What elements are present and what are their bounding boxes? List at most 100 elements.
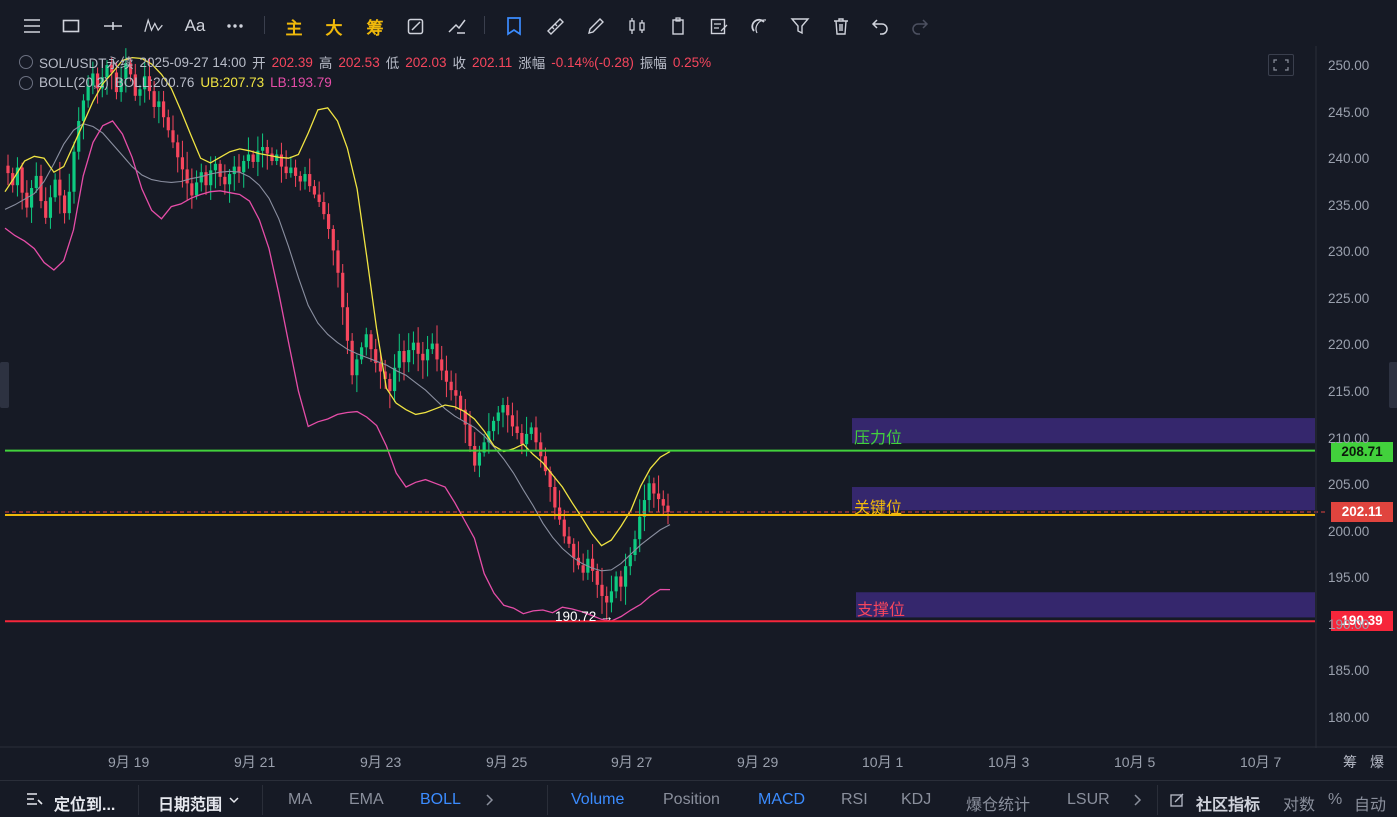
chevron-right-icon[interactable] bbox=[484, 793, 496, 807]
open-value: 202.39 bbox=[271, 54, 313, 70]
candle-body bbox=[359, 347, 364, 360]
visibility-toggle-icon[interactable] bbox=[19, 55, 33, 69]
main-chart-button[interactable]: 主 bbox=[281, 13, 307, 39]
indicator-bar: 定位到... 日期范围 MA EMA BOLL Volume Position … bbox=[0, 780, 1397, 817]
magnet-icon[interactable] bbox=[746, 13, 772, 39]
candle-body bbox=[515, 426, 519, 433]
menu-icon[interactable] bbox=[19, 13, 45, 39]
candle-body bbox=[496, 412, 500, 421]
percent-scale-toggle[interactable]: % bbox=[1328, 791, 1342, 809]
left-panel-toggle[interactable] bbox=[0, 362, 9, 408]
candlestick-chart[interactable] bbox=[0, 46, 1397, 748]
bookmark-icon[interactable] bbox=[501, 13, 527, 39]
visibility-toggle-icon[interactable] bbox=[19, 75, 33, 90]
liquidation-tab[interactable]: 爆 bbox=[1370, 752, 1384, 772]
candle-body bbox=[425, 349, 430, 361]
undo-icon[interactable] bbox=[867, 13, 893, 39]
candle-body bbox=[534, 427, 538, 443]
candle-body bbox=[364, 334, 368, 348]
filter-icon[interactable] bbox=[787, 13, 813, 39]
symbol-label: SOL/USDT永续 bbox=[39, 56, 134, 71]
candle-body bbox=[345, 307, 350, 341]
clipboard-icon[interactable] bbox=[665, 13, 691, 39]
pattern-tool-icon[interactable] bbox=[444, 13, 470, 39]
candle-body bbox=[666, 505, 670, 513]
ohlc-info-line: SOL/USDT永续 2025-09-27 14:00 开 202.39 高 202… bbox=[19, 52, 711, 72]
price-tick: 220.00 bbox=[1328, 337, 1370, 353]
candle-body bbox=[289, 167, 293, 174]
text-tool-icon[interactable]: Aa bbox=[182, 13, 208, 39]
candle-body bbox=[581, 565, 585, 573]
indicator-ema[interactable]: EMA bbox=[349, 791, 384, 809]
candle-body bbox=[251, 154, 255, 162]
candle-body bbox=[440, 359, 444, 371]
trash-icon[interactable] bbox=[828, 13, 854, 39]
candle-body bbox=[317, 194, 321, 202]
edit-drawing-icon[interactable] bbox=[403, 13, 429, 39]
boll-lb: LB:193.79 bbox=[270, 75, 332, 90]
low-price-marker: 190.72 → bbox=[555, 609, 614, 624]
date-tick: 9月 25 bbox=[486, 754, 528, 770]
candle-body bbox=[246, 154, 251, 162]
candle-body bbox=[62, 195, 67, 214]
chips-button[interactable]: 筹 bbox=[362, 13, 388, 39]
candle-body bbox=[623, 566, 628, 587]
candle-body bbox=[227, 174, 232, 185]
candle-body bbox=[326, 214, 331, 229]
indicator-liquidation[interactable]: 爆仓统计 bbox=[966, 791, 1030, 815]
big-order-button[interactable]: 大 bbox=[321, 13, 347, 39]
candle-body bbox=[638, 516, 642, 540]
log-scale-toggle[interactable]: 对数 bbox=[1283, 791, 1315, 815]
locate-icon[interactable] bbox=[24, 790, 44, 810]
candle-body bbox=[25, 192, 29, 208]
candle-body bbox=[58, 179, 62, 196]
candle-body bbox=[213, 163, 218, 171]
candle-body bbox=[161, 101, 166, 118]
chevron-right-icon[interactable] bbox=[1132, 793, 1144, 807]
price-tick: 215.00 bbox=[1328, 384, 1370, 399]
candle-body bbox=[152, 91, 156, 107]
community-icon[interactable] bbox=[1169, 792, 1185, 808]
indicator-kdj[interactable]: KDJ bbox=[901, 791, 931, 809]
right-panel-toggle[interactable] bbox=[1389, 362, 1397, 408]
redo-icon[interactable] bbox=[907, 13, 933, 39]
candle-body bbox=[416, 342, 420, 354]
chips-tab[interactable]: 筹 bbox=[1343, 752, 1357, 772]
date-range-button[interactable]: 日期范围 bbox=[158, 791, 222, 815]
more-icon[interactable] bbox=[222, 13, 248, 39]
price-chart[interactable]: SOL/USDT永续 2025-09-27 14:00 开 202.39 高 202… bbox=[0, 46, 1397, 748]
ruler-icon[interactable] bbox=[542, 13, 568, 39]
candle-body bbox=[449, 381, 453, 391]
indicator-rsi[interactable]: RSI bbox=[841, 791, 868, 809]
indicator-lsur[interactable]: LSUR bbox=[1067, 791, 1110, 809]
indicator-ma[interactable]: MA bbox=[288, 791, 312, 809]
indicator-macd[interactable]: MACD bbox=[758, 791, 805, 809]
note-icon[interactable] bbox=[706, 13, 732, 39]
auto-scale-toggle[interactable]: 自动 bbox=[1354, 791, 1386, 815]
high-label: 高 bbox=[318, 56, 333, 71]
indicator-position[interactable]: Position bbox=[663, 791, 720, 809]
community-indicators-button[interactable]: 社区指标 bbox=[1196, 791, 1260, 815]
locate-button[interactable]: 定位到... bbox=[54, 791, 115, 815]
candle-body bbox=[557, 507, 562, 520]
boll-ub: UB:207.73 bbox=[200, 75, 265, 90]
boll-name[interactable]: BOLL(20,2) bbox=[39, 75, 109, 90]
horizontal-line-icon[interactable] bbox=[100, 13, 126, 39]
fullscreen-icon[interactable] bbox=[1268, 54, 1294, 76]
candle-body bbox=[218, 163, 222, 177]
candle-body bbox=[279, 154, 284, 167]
candle-body bbox=[652, 483, 656, 494]
candlestick-icon[interactable] bbox=[624, 13, 650, 39]
candle-body bbox=[53, 179, 57, 198]
indicator-boll[interactable]: BOLL bbox=[420, 791, 461, 809]
wave-pattern-icon[interactable] bbox=[141, 13, 167, 39]
candle-body bbox=[209, 170, 213, 186]
candle-body bbox=[67, 191, 71, 214]
rectangle-icon[interactable] bbox=[58, 13, 84, 39]
candle-body bbox=[468, 424, 472, 447]
chevron-down-icon[interactable] bbox=[228, 795, 240, 805]
indicator-volume[interactable]: Volume bbox=[571, 791, 624, 809]
candle-body bbox=[572, 543, 576, 558]
candle-body bbox=[308, 174, 312, 187]
pencil-icon[interactable] bbox=[583, 13, 609, 39]
